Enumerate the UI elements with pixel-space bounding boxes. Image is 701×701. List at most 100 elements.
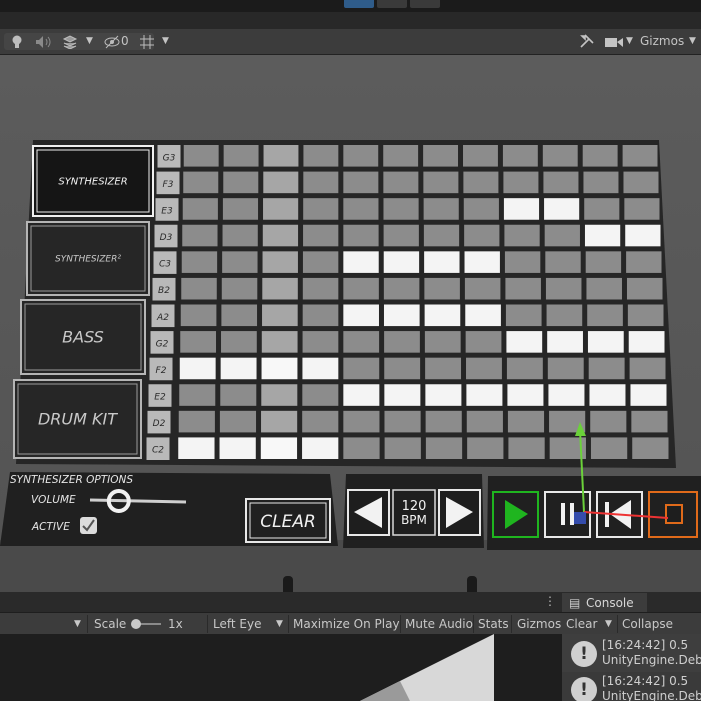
tab-console[interactable]: ▤ Console (562, 593, 647, 613)
step-cell[interactable] (467, 437, 504, 459)
console-log-entry[interactable]: ! [16:24:42] 0.5 UnityEngine.Debug (562, 672, 701, 701)
step-cell[interactable] (302, 277, 339, 300)
step-cell[interactable] (545, 251, 581, 273)
step-cell[interactable] (628, 331, 665, 353)
step-cell[interactable] (466, 410, 503, 433)
step-cell[interactable] (546, 304, 583, 327)
step-cell[interactable] (623, 171, 659, 194)
step-cell[interactable] (543, 171, 579, 194)
step-cell[interactable] (590, 437, 628, 459)
mute-audio-button[interactable]: Mute Audio (405, 613, 473, 635)
step-cell[interactable] (465, 304, 501, 327)
step-cell[interactable] (505, 277, 541, 300)
step-cell[interactable] (384, 357, 421, 380)
step-cell[interactable] (180, 304, 217, 327)
step-cell[interactable] (425, 437, 463, 459)
step-cell[interactable] (384, 331, 420, 353)
step-cell[interactable] (627, 304, 664, 327)
step-cell[interactable] (263, 198, 299, 220)
step-cell[interactable] (582, 145, 618, 167)
step-cell[interactable] (545, 277, 582, 300)
step-cell[interactable] (423, 224, 460, 247)
step-cell[interactable] (384, 384, 421, 406)
gizmos-dropdown-icon[interactable]: ▼ (689, 33, 696, 50)
step-cell[interactable] (504, 251, 541, 273)
step-cell[interactable] (383, 198, 419, 220)
lighting-icon[interactable] (11, 35, 23, 52)
step-cell[interactable] (343, 384, 380, 406)
step-cell[interactable] (220, 357, 257, 380)
step-cell[interactable] (302, 331, 339, 353)
step-cell[interactable] (625, 224, 661, 247)
pause-mode-button[interactable] (377, 0, 407, 8)
step-cell[interactable] (425, 410, 462, 433)
tab-options-icon[interactable]: ⋮ (544, 594, 556, 608)
console-collapse-button[interactable]: Collapse (622, 613, 673, 635)
step-cell[interactable] (262, 251, 298, 273)
display-dropdown-icon[interactable]: ▼ (74, 613, 81, 635)
step-cell[interactable] (383, 171, 419, 194)
step-cell[interactable] (423, 198, 459, 220)
step-cell[interactable] (343, 251, 379, 273)
step-cell[interactable] (383, 277, 420, 300)
step-cell[interactable] (219, 437, 256, 459)
step-cell[interactable] (261, 357, 298, 380)
step-cell[interactable] (505, 304, 542, 327)
step-cell[interactable] (343, 277, 379, 300)
gizmos-menu[interactable]: Gizmos (640, 33, 684, 50)
step-cell[interactable] (503, 171, 539, 194)
scale-slider-handle[interactable] (131, 619, 141, 629)
step-cell[interactable] (183, 171, 219, 194)
camera-dropdown-icon[interactable]: ▼ (626, 33, 633, 50)
step-cell[interactable] (384, 437, 421, 459)
step-cell[interactable] (503, 198, 540, 220)
step-cell[interactable] (583, 171, 619, 194)
step-cell[interactable] (302, 437, 339, 459)
step-cell[interactable] (261, 384, 298, 406)
step-cell[interactable] (262, 277, 298, 300)
step-cell[interactable] (466, 357, 502, 380)
step-cell[interactable] (303, 145, 339, 167)
step-cell[interactable] (626, 277, 663, 300)
step-cell[interactable] (544, 224, 580, 247)
effects-icon[interactable] (62, 35, 78, 52)
step-cell[interactable] (182, 224, 218, 247)
step-cell[interactable] (506, 357, 543, 380)
scene-view[interactable]: SYNTHESIZER SYNTHESIZER² BASS DRUM KIT G3 F3… (0, 55, 701, 592)
step-cell[interactable] (585, 251, 622, 273)
step-cell[interactable] (180, 331, 217, 353)
game-view[interactable] (0, 634, 562, 701)
step-cell[interactable] (548, 384, 585, 406)
step-cell[interactable] (303, 224, 339, 247)
step-cell[interactable] (464, 277, 501, 300)
play-mode-button[interactable] (344, 0, 374, 8)
step-cell[interactable] (508, 437, 545, 459)
step-cell[interactable] (263, 145, 299, 167)
step-cell[interactable] (261, 410, 298, 433)
step-cell[interactable] (424, 277, 460, 300)
step-cell[interactable] (423, 171, 459, 194)
stats-button[interactable]: Stats (478, 613, 509, 635)
step-cell[interactable] (425, 384, 462, 406)
step-cell[interactable] (424, 331, 461, 353)
step-cell[interactable] (542, 145, 578, 167)
step-cell[interactable] (587, 331, 624, 353)
maximize-on-play-button[interactable]: Maximize On Play (293, 613, 400, 635)
step-cell[interactable] (303, 198, 339, 220)
eye-dropdown-icon[interactable]: ▼ (276, 613, 283, 635)
step-cell[interactable] (424, 304, 461, 327)
step-cell[interactable] (262, 224, 299, 247)
step-cell[interactable] (261, 331, 298, 353)
step-cell[interactable] (303, 171, 339, 194)
step-cell[interactable] (178, 437, 215, 459)
step-cell[interactable] (262, 304, 298, 327)
step-cell[interactable] (302, 384, 339, 406)
clear-dropdown-icon[interactable]: ▼ (605, 613, 612, 635)
step-cell[interactable] (584, 224, 621, 247)
step-cell[interactable] (544, 198, 580, 220)
step-cell[interactable] (425, 357, 462, 380)
step-cell[interactable] (464, 224, 500, 247)
step-cell[interactable] (507, 410, 545, 433)
step-cell[interactable] (383, 224, 419, 247)
step-cell[interactable] (343, 331, 380, 353)
